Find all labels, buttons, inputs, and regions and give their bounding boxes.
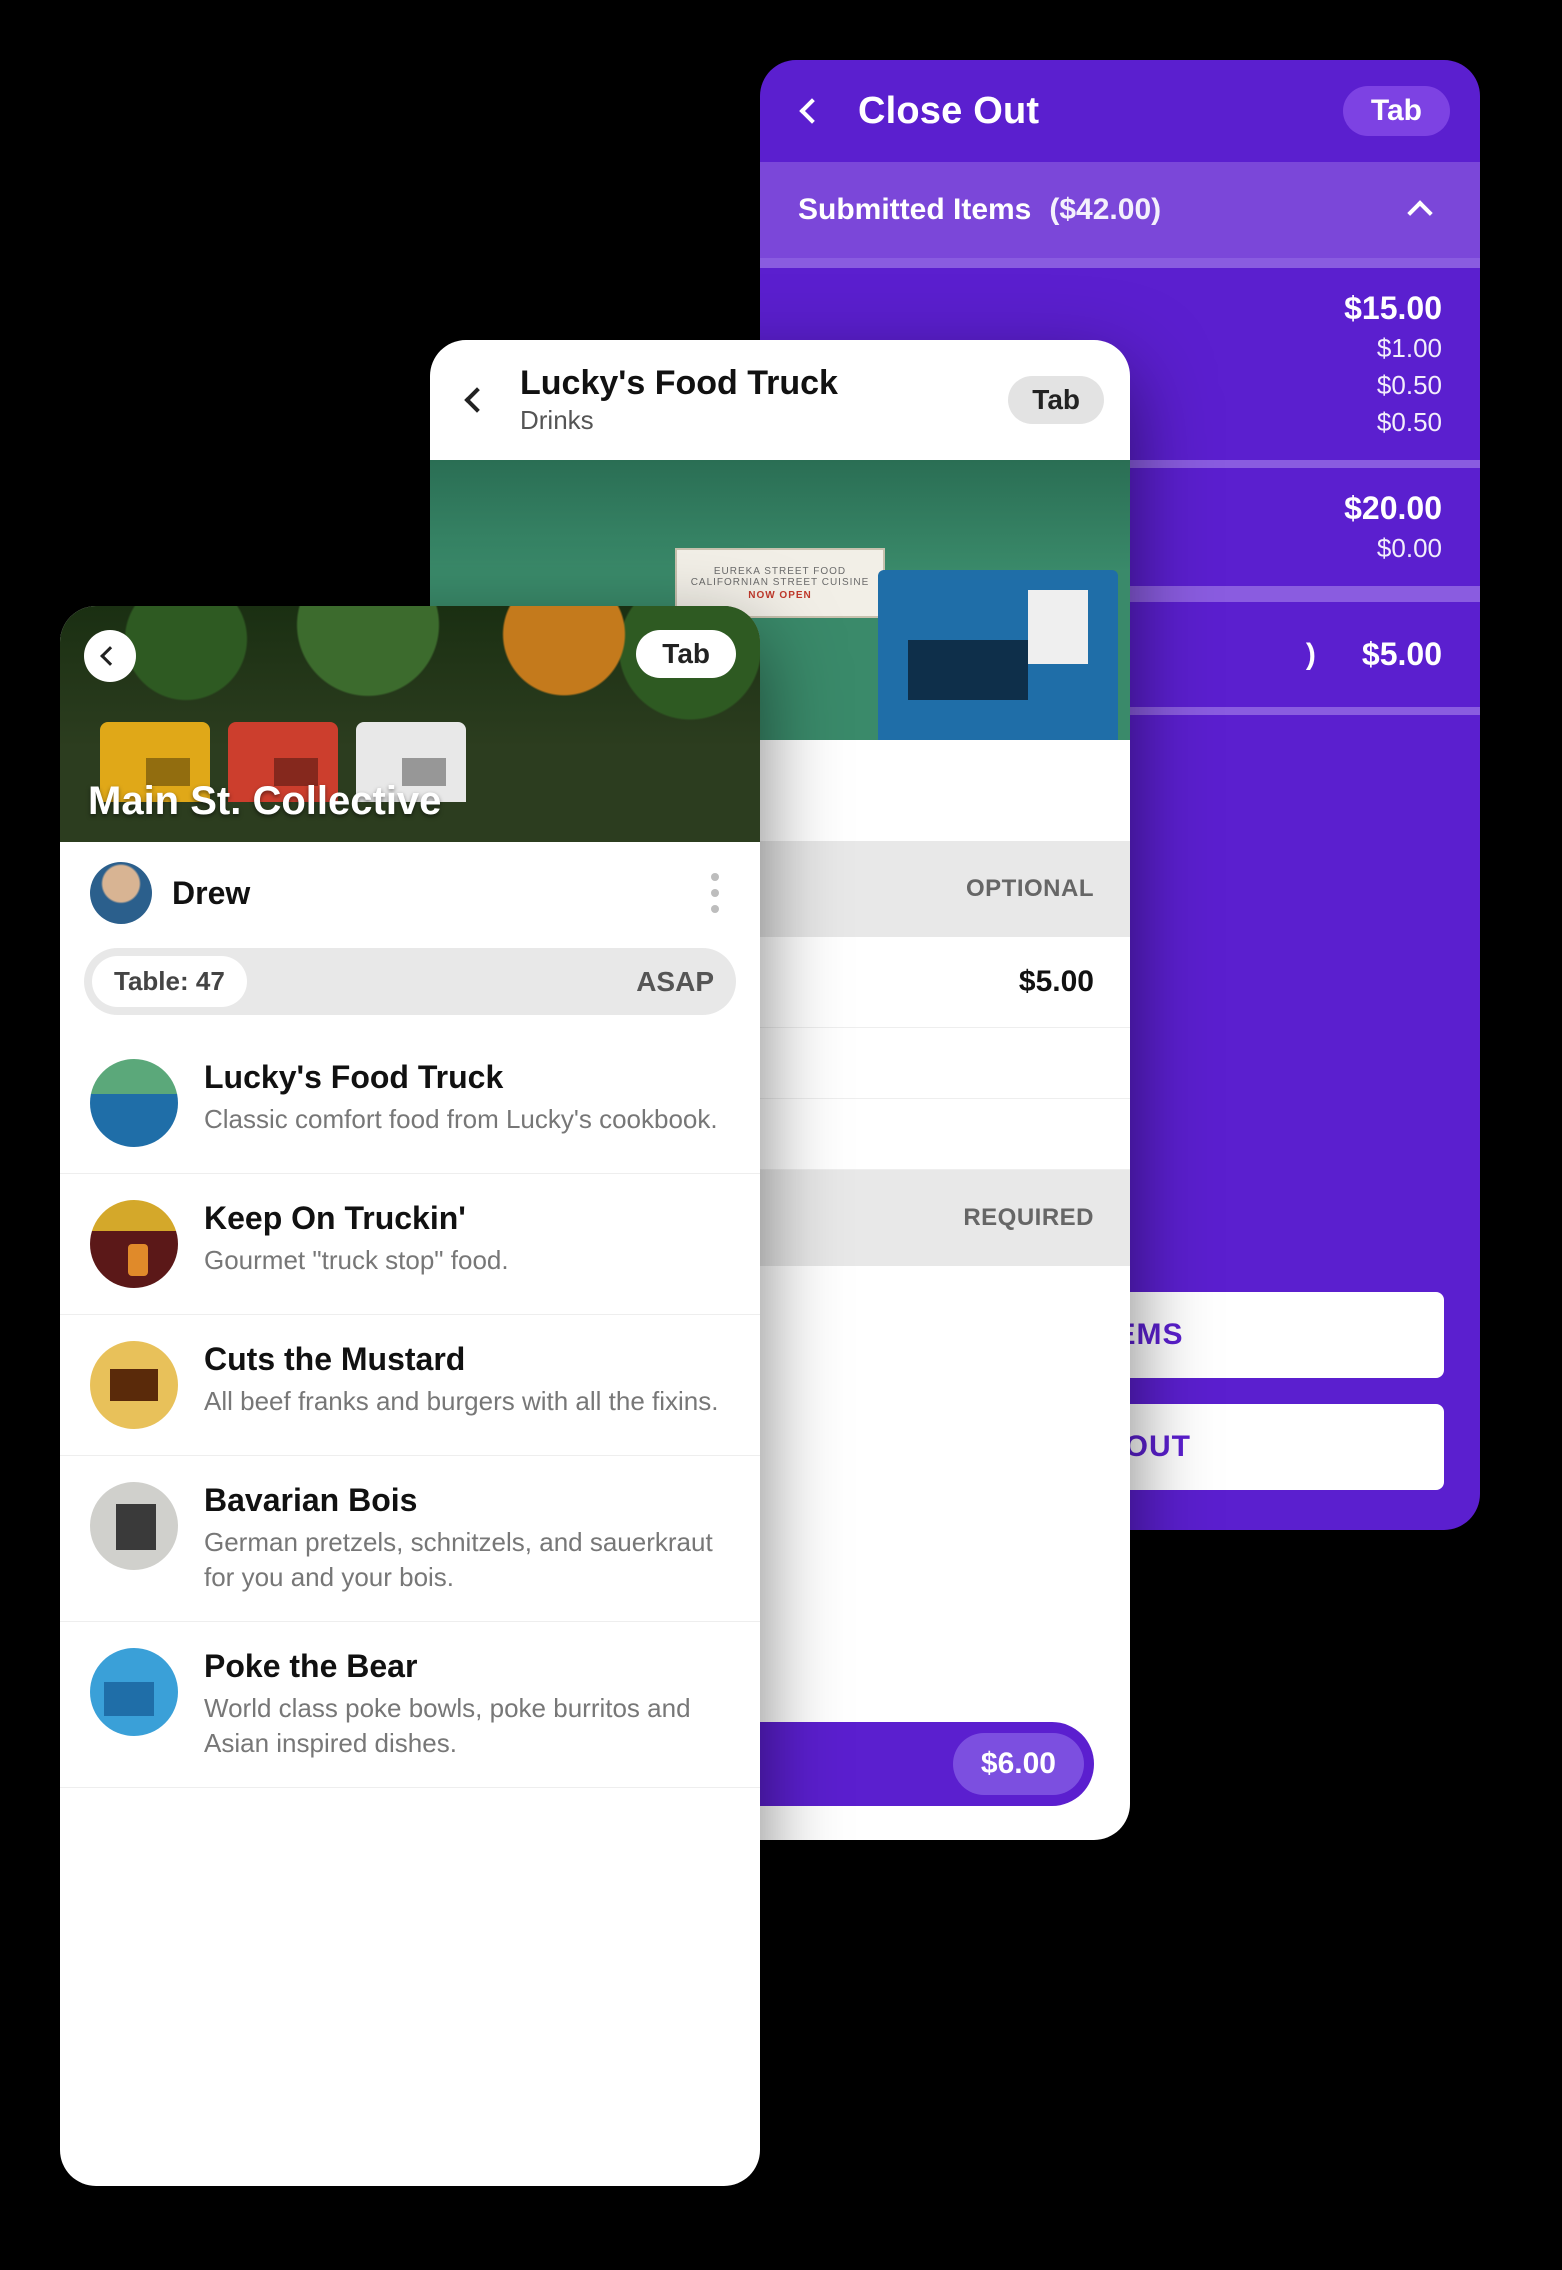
vendor-title: Bavarian Bois — [204, 1482, 730, 1519]
user-name: Drew — [172, 875, 680, 912]
vendor-thumb — [90, 1648, 178, 1736]
mainst-screen: Tab Main St. Collective Drew Table: 47 A… — [60, 606, 760, 2186]
sign-line: NOW OPEN — [748, 590, 812, 601]
vendor-thumb — [90, 1341, 178, 1429]
filter-bar[interactable]: Table: 47 ASAP — [84, 948, 736, 1015]
hero-image: Tab Main St. Collective — [60, 606, 760, 842]
timing-chip[interactable]: ASAP — [636, 966, 714, 998]
page-title: Close Out — [858, 90, 1319, 133]
vendor-item[interactable]: Bavarian Bois German pretzels, schnitzel… — [60, 1456, 760, 1622]
vendor-desc: All beef franks and burgers with all the… — [204, 1384, 730, 1419]
tab-pill[interactable]: Tab — [1008, 376, 1104, 424]
tax-amount: $5.00 — [1362, 636, 1442, 673]
chevron-left-icon — [799, 98, 824, 123]
divider — [760, 258, 1480, 268]
vendor-title: Poke the Bear — [204, 1648, 730, 1685]
closeout-header: Close Out Tab — [760, 60, 1480, 162]
page-title: Lucky's Food Truck — [520, 364, 986, 403]
back-button[interactable] — [790, 89, 834, 133]
tab-pill[interactable]: Tab — [1343, 86, 1450, 136]
vendor-list: Lucky's Food Truck Classic comfort food … — [60, 1033, 760, 1788]
vendor-item[interactable]: Poke the Bear World class poke bowls, po… — [60, 1622, 760, 1788]
option-price: $5.00 — [1019, 965, 1094, 999]
vendor-item[interactable]: Keep On Truckin' Gourmet "truck stop" fo… — [60, 1174, 760, 1315]
vendor-item[interactable]: Cuts the Mustard All beef franks and bur… — [60, 1315, 760, 1456]
vendor-desc: Gourmet "truck stop" food. — [204, 1243, 730, 1278]
tab-pill[interactable]: Tab — [636, 630, 736, 678]
line-amount: $15.00 — [760, 290, 1442, 327]
vendor-thumb — [90, 1059, 178, 1147]
vendor-desc: Classic comfort food from Lucky's cookbo… — [204, 1102, 730, 1137]
table-chip[interactable]: Table: 47 — [92, 956, 247, 1007]
chevron-up-icon — [1407, 200, 1432, 225]
vendor-item[interactable]: Lucky's Food Truck Classic comfort food … — [60, 1033, 760, 1174]
truck-graphic — [878, 570, 1118, 740]
vendor-desc: World class poke bowls, poke burritos an… — [204, 1691, 730, 1761]
vendor-title: Cuts the Mustard — [204, 1341, 730, 1378]
vendor-title: Lucky's Food Truck — [204, 1059, 730, 1096]
header-text: Lucky's Food Truck Drinks — [520, 364, 986, 436]
vendor-desc: German pretzels, schnitzels, and sauerkr… — [204, 1525, 730, 1595]
page-subtitle: Drinks — [520, 405, 986, 436]
avatar[interactable] — [90, 862, 152, 924]
vendor-title: Keep On Truckin' — [204, 1200, 730, 1237]
vendor-thumb — [90, 1482, 178, 1570]
cta-price: $6.00 — [953, 1733, 1084, 1795]
tax-label-fragment: ) — [1306, 638, 1316, 672]
sign-line: EUREKA STREET FOOD — [714, 566, 846, 577]
submitted-total: ($42.00) — [1049, 193, 1161, 227]
back-button[interactable] — [84, 630, 136, 682]
luckys-header: Lucky's Food Truck Drinks Tab — [430, 340, 1130, 460]
submitted-label: Submitted Items — [798, 193, 1031, 227]
sign-line: CALIFORNIAN STREET CUISINE — [691, 577, 870, 588]
chevron-left-icon — [100, 646, 120, 666]
vendor-thumb — [90, 1200, 178, 1288]
kebab-menu[interactable] — [700, 873, 730, 913]
back-button[interactable] — [456, 379, 498, 421]
page-title: Main St. Collective — [88, 779, 441, 824]
user-bar: Drew — [60, 842, 760, 944]
chevron-left-icon — [464, 387, 489, 412]
submitted-items-bar[interactable]: Submitted Items ($42.00) — [760, 162, 1480, 258]
collapse-toggle[interactable] — [1398, 188, 1442, 232]
